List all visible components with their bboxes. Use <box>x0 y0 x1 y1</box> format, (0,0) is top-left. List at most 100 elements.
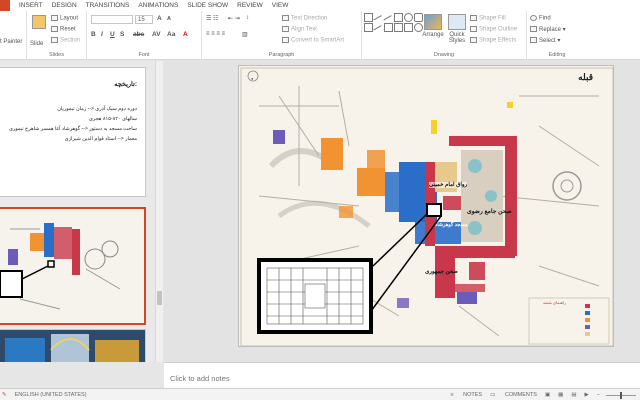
paragraph-group: ☰ ☷ ⇤ ⇥ ↕ ≡ ≡ ≡ ≡ ▥ Text Direction Align… <box>202 11 362 60</box>
spellcheck-icon[interactable]: ✎ <box>2 392 7 398</box>
shape-outline-button[interactable]: Shape Outline <box>470 26 517 33</box>
new-slide-button[interactable] <box>29 15 49 31</box>
strikethrough-button[interactable]: abc <box>133 31 144 38</box>
arrange-button[interactable]: Arrange <box>422 14 444 38</box>
shape-effects-button[interactable]: Shape Effects <box>470 37 516 44</box>
comments-toggle-button[interactable]: ▭ COMMENTS <box>490 392 537 398</box>
sahn-jomhuri-label: صحن جمهوری <box>425 269 458 275</box>
char-spacing-button[interactable]: AV <box>152 31 161 38</box>
tab-insert[interactable]: INSERT <box>19 2 43 9</box>
editing-group: Find Replace ▾ Select ▾ Editing <box>527 11 587 60</box>
slide-thumbnail-pane[interactable]: :تاریخچه دوره دوم سبک آذری <-- زمان تیمو… <box>0 61 155 362</box>
align-text-label: Align Text <box>291 26 317 33</box>
align-buttons[interactable]: ≡ ≡ ≡ ≡ <box>206 31 225 37</box>
font-name-combo[interactable] <box>91 15 133 24</box>
underline-button[interactable]: U <box>110 31 115 38</box>
shrink-font-button[interactable]: A <box>167 16 171 22</box>
fill-icon <box>470 15 477 21</box>
section-button[interactable]: Section <box>51 37 80 44</box>
slide-thumbnail-history[interactable]: :تاریخچه دوره دوم سبک آذری <-- زمان تیمو… <box>0 67 146 197</box>
paragraph-group-label: Paragraph <box>268 52 295 58</box>
quick-styles-label2: Styles <box>448 38 466 44</box>
reset-label: Reset <box>60 26 76 33</box>
italic-button[interactable]: I <box>101 31 103 38</box>
bold-button[interactable]: B <box>91 31 96 38</box>
convert-smartart-button[interactable]: Convert to SmartArt <box>282 37 344 44</box>
columns-button[interactable]: ▥ <box>242 31 248 38</box>
shape-fill-button[interactable]: Shape Fill <box>470 15 506 22</box>
square-shape-icon[interactable] <box>394 13 403 22</box>
reset-button[interactable]: Reset <box>51 26 76 33</box>
file-tab[interactable] <box>0 0 10 11</box>
connector-shape-icon[interactable] <box>373 25 384 34</box>
layout-button[interactable]: Layout <box>51 15 78 22</box>
block-arrow-shape-icon[interactable] <box>384 23 393 32</box>
quick-styles-button[interactable]: Quick Styles <box>446 14 468 44</box>
new-slide-icon <box>32 15 46 29</box>
select-button[interactable]: Select ▾ <box>530 37 560 44</box>
find-label: Find <box>539 15 551 22</box>
replace-label: Replace <box>539 27 562 33</box>
arrange-label: Arrange <box>422 32 444 38</box>
tab-animations[interactable]: ANIMATIONS <box>138 2 178 9</box>
thumbnail-scrollbar[interactable] <box>155 61 163 362</box>
drawing-group-label: Drawing <box>433 52 455 58</box>
sahn-jame-label: صحن جامع رضوی <box>467 209 512 215</box>
slide-editor: ● قبله رواق امام خمینی صحن جامع رضوی مسج… <box>164 61 640 362</box>
rectangle-shape-icon[interactable] <box>364 13 373 22</box>
brace-shape-icon[interactable] <box>404 23 413 32</box>
notes-toggle-button[interactable]: ≡ NOTES <box>450 392 482 398</box>
bullets-button[interactable]: ☰ ☷ <box>206 15 218 22</box>
layout-icon <box>51 15 58 21</box>
language-indicator[interactable]: ENGLISH (UNITED STATES) <box>15 392 87 398</box>
notes-pane[interactable]: Click to add notes <box>164 362 640 388</box>
slide-thumbnail-photo[interactable] <box>0 329 146 362</box>
shape-effects-label: Shape Effects <box>479 37 517 44</box>
shapes-gallery[interactable] <box>364 13 423 47</box>
zoom-slider[interactable] <box>606 391 636 399</box>
oval-shape-icon[interactable] <box>404 13 413 22</box>
tab-review[interactable]: REVIEW <box>237 2 263 9</box>
normal-view-icon[interactable]: ▣ <box>545 392 550 398</box>
reading-view-icon[interactable]: ▤ <box>571 392 576 398</box>
slideshow-icon[interactable]: ▶ <box>585 392 589 398</box>
align-text-icon <box>282 26 289 32</box>
current-slide[interactable]: ● قبله رواق امام خمینی صحن جامع رضوی مسج… <box>238 65 614 347</box>
find-button[interactable]: Find <box>530 15 551 22</box>
triangle-shape-icon[interactable] <box>364 23 373 32</box>
new-slide-label: Slide <box>30 41 44 47</box>
tab-view[interactable]: VIEW <box>272 2 289 9</box>
thumb-history-title: :تاریخچه <box>114 81 137 88</box>
editing-group-label: Editing <box>548 52 566 58</box>
tab-design[interactable]: DESIGN <box>52 2 77 9</box>
line-shape-icon[interactable] <box>373 15 384 24</box>
text-direction-icon <box>282 15 289 21</box>
grow-font-button[interactable]: A <box>157 15 162 22</box>
select-label: Select <box>539 38 556 44</box>
tab-slide-show[interactable]: SLIDE SHOW <box>187 2 228 9</box>
line-spacing-button[interactable]: ↕ <box>246 15 249 21</box>
replace-button[interactable]: Replace ▾ <box>530 26 566 33</box>
slides-group-label: Slides <box>49 52 64 58</box>
arrange-icon <box>424 14 442 30</box>
shadow-button[interactable]: S <box>120 31 124 38</box>
zoom-out-icon[interactable]: − <box>597 392 600 398</box>
chevron-shape-icon[interactable] <box>394 23 403 32</box>
effects-icon <box>470 37 477 43</box>
align-text-button[interactable]: Align Text <box>282 26 317 33</box>
masjid-label: مسجد گوهرشاد <box>435 222 468 228</box>
section-icon <box>51 37 58 43</box>
thumbnail-scrollbar-thumb[interactable] <box>157 291 162 305</box>
font-size-combo[interactable]: 15 <box>135 15 153 24</box>
indent-button[interactable]: ⇤ ⇥ <box>228 15 240 22</box>
format-painter-button[interactable]: t Painter <box>0 39 22 45</box>
slide-thumbnail-map-selected[interactable] <box>0 207 146 325</box>
slide-sorter-icon[interactable]: ▦ <box>558 392 563 398</box>
reset-icon <box>51 26 58 32</box>
font-group-label: Font <box>138 52 150 58</box>
tab-transitions[interactable]: TRANSITIONS <box>86 2 130 9</box>
text-direction-button[interactable]: Text Direction <box>282 15 327 22</box>
font-color-button[interactable]: A <box>183 31 188 38</box>
legend-title: راهنمای نقشه <box>543 300 566 305</box>
change-case-button[interactable]: Aa <box>167 31 175 38</box>
